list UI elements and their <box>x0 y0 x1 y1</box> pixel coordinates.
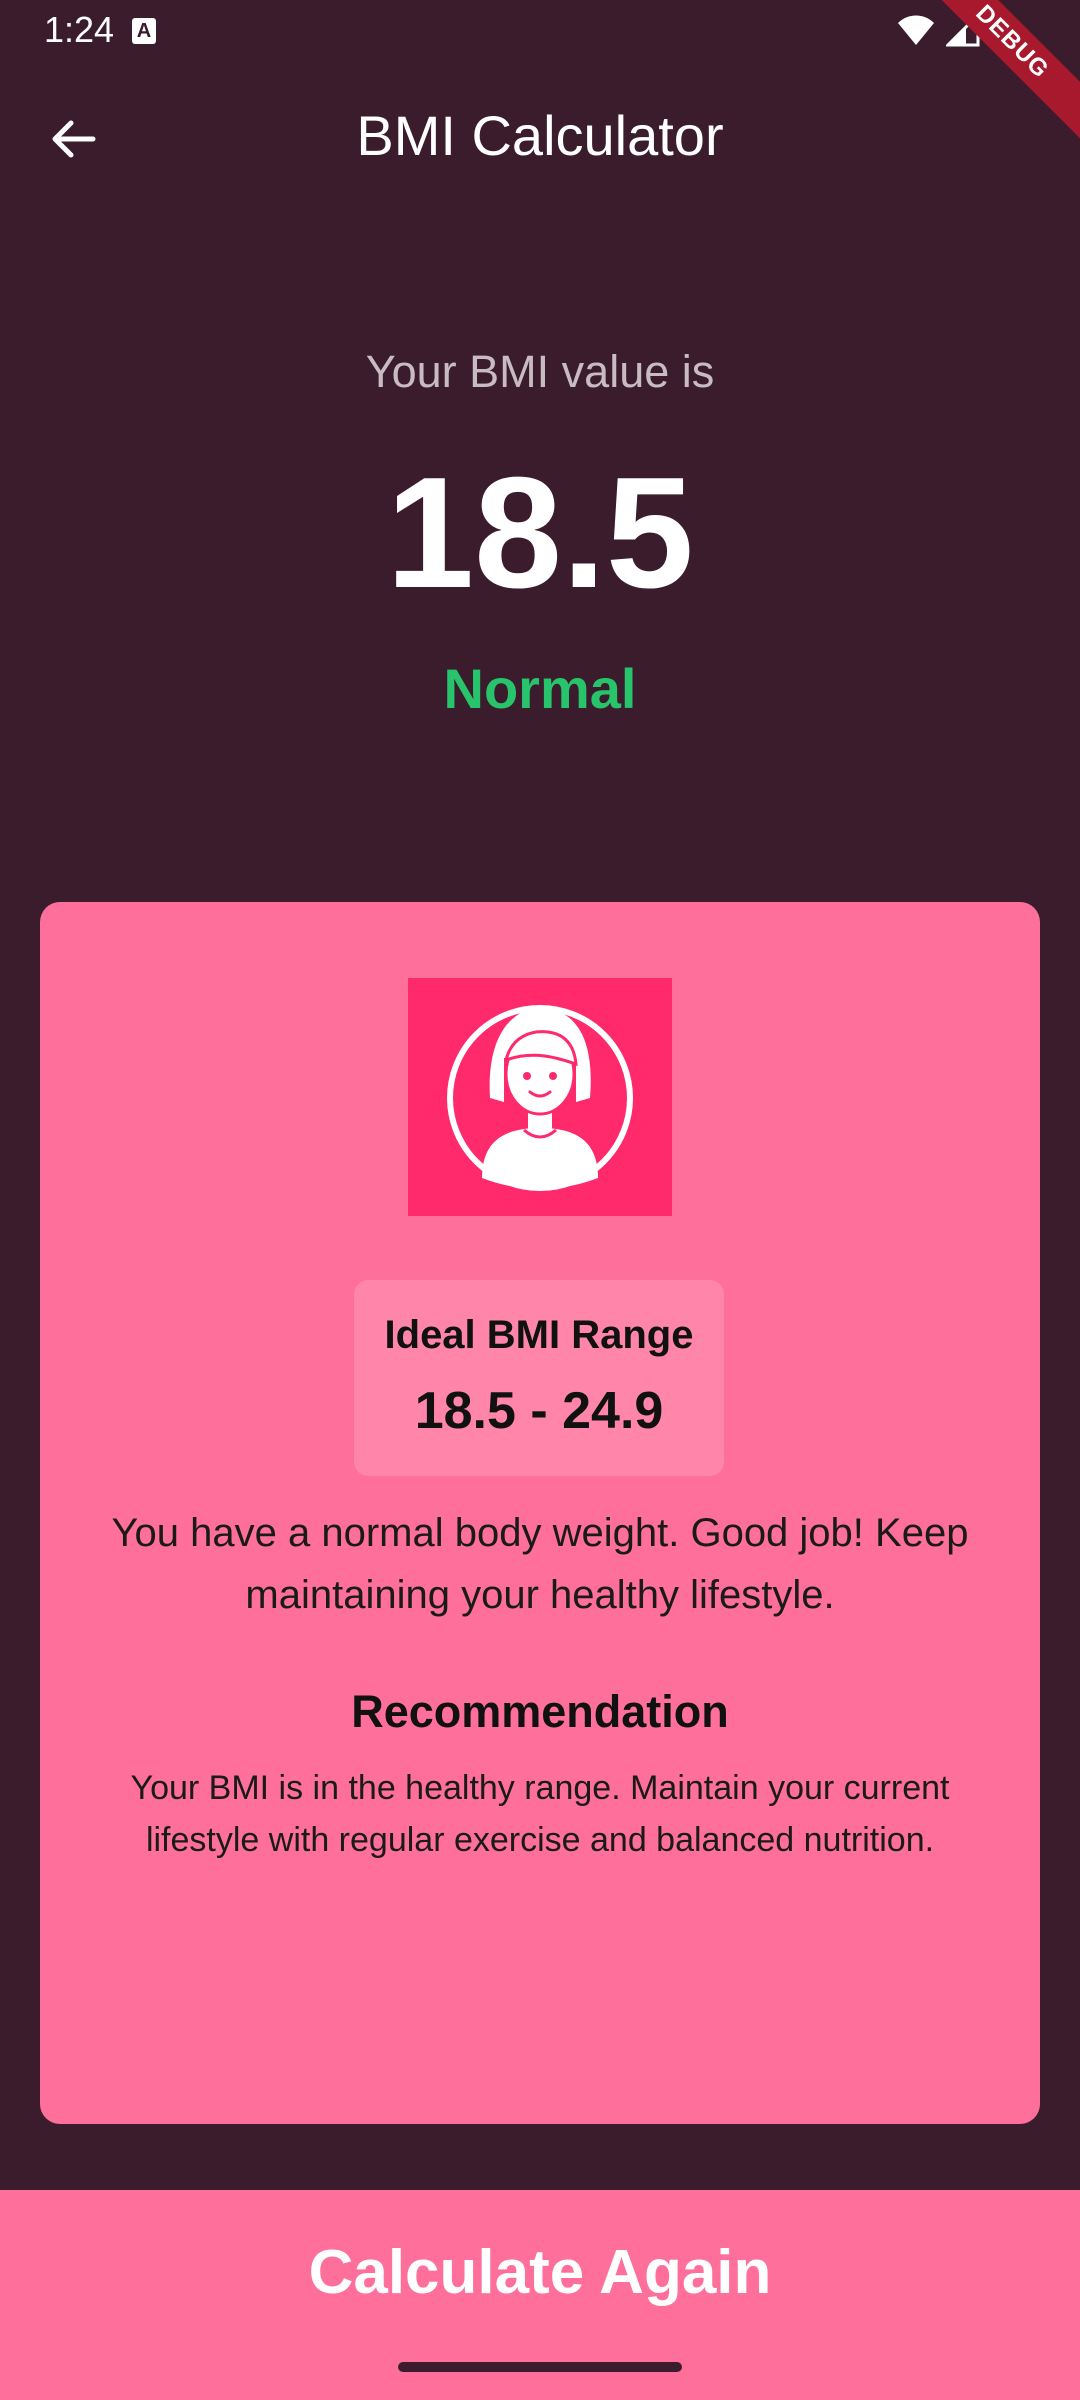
result-card: Ideal BMI Range 18.5 - 24.9 You have a n… <box>40 902 1040 2124</box>
ideal-range-box: Ideal BMI Range 18.5 - 24.9 <box>354 1280 724 1476</box>
calculate-again-button[interactable]: Calculate Again <box>0 2190 1080 2400</box>
app-bar: BMI Calculator <box>0 64 1080 208</box>
recommendation-text: Your BMI is in the healthy range. Mainta… <box>130 1769 950 1859</box>
home-indicator[interactable] <box>398 2362 682 2372</box>
wifi-icon <box>898 15 934 45</box>
recommendation-title: Recommendation <box>351 1686 729 1737</box>
bmi-result-label: Your BMI value is <box>365 346 715 397</box>
bmi-interpretation: You have a normal body weight. Good job!… <box>111 1511 969 1617</box>
status-time: 1:24 <box>44 9 115 50</box>
avatar <box>408 978 672 1216</box>
woman-avatar-icon <box>447 1005 633 1191</box>
page-title: BMI Calculator <box>356 104 724 167</box>
notification-a-icon: A <box>132 18 156 44</box>
ideal-range-title: Ideal BMI Range <box>384 1313 694 1357</box>
ideal-range-value: 18.5 - 24.9 <box>414 1382 664 1440</box>
calculate-again-label: Calculate Again <box>308 2238 772 2307</box>
status-bar: 1:24 A <box>0 0 1080 64</box>
bmi-value: 18.5 <box>386 445 694 621</box>
bmi-category: Normal <box>443 657 637 720</box>
